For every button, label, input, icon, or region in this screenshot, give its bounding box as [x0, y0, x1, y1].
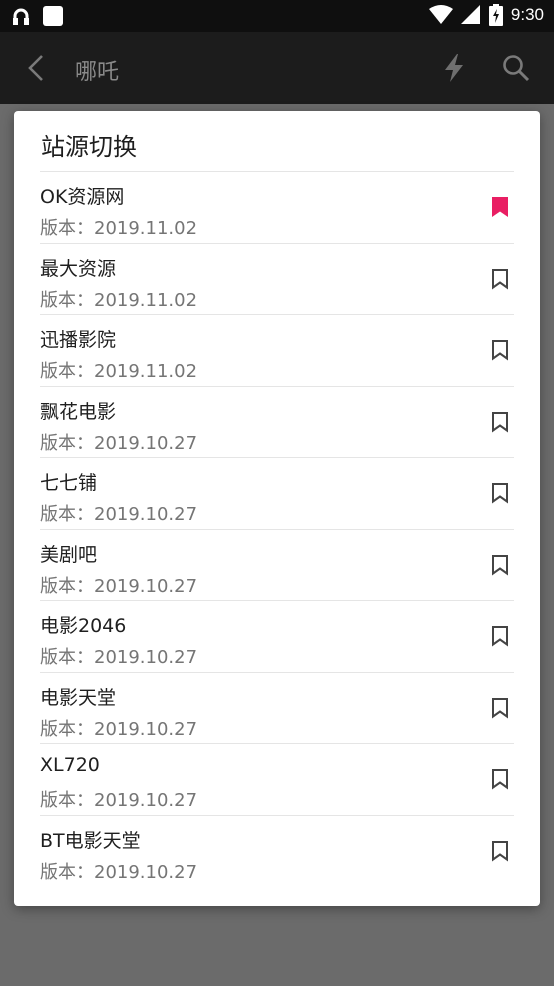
source-version: 版本：2019.10.27 [40, 575, 198, 597]
source-name: 最大资源 [40, 257, 117, 280]
source-version: 版本：2019.10.27 [40, 432, 198, 454]
bookmark-outline-icon[interactable] [490, 697, 510, 719]
source-switch-dialog: 站源切换 OK资源网 版本：2019.11.02 最大资源 版本：2019.11.02… [14, 111, 540, 906]
back-arrow-icon[interactable] [22, 52, 54, 84]
source-version: 版本：2019.10.27 [40, 861, 198, 883]
cellular-signal-icon [460, 5, 480, 24]
source-name: 七七铺 [40, 472, 98, 494]
source-name: 电影天堂 [40, 686, 117, 709]
status-right-icons: 9:30 [428, 4, 544, 26]
dialog-title: 站源切换 [41, 133, 137, 161]
source-name: BT电影天堂 [40, 829, 141, 852]
source-list: OK资源网 版本：2019.11.02 最大资源 版本：2019.11.02 迅播影院版… [40, 171, 514, 886]
battery-charging-icon [488, 4, 503, 26]
status-time: 9:30 [510, 5, 544, 24]
source-list-item[interactable]: 电影2046 版本：2019.10.27 [40, 600, 514, 672]
bookmark-outline-icon[interactable] [490, 625, 510, 647]
source-list-item[interactable]: 七七铺版本：2019.10.27 [40, 457, 514, 529]
source-name: 迅播影院 [40, 329, 117, 351]
source-list-item[interactable]: 飘花电影版本：2019.10.27 [40, 385, 514, 458]
bookmark-outline-icon[interactable] [490, 840, 510, 862]
source-list-item[interactable]: 美剧吧版本：2019.10.27 [40, 528, 514, 601]
source-version: 版本：2019.10.27 [40, 647, 198, 668]
flash-icon[interactable] [440, 52, 468, 84]
source-name: XL720 [40, 754, 100, 776]
bookmark-outline-icon[interactable] [490, 482, 510, 504]
headphones-icon [13, 8, 29, 25]
source-version: 版本：2019.10.27 [40, 718, 198, 740]
bookmark-outline-icon[interactable] [490, 554, 510, 576]
notification-square-icon [43, 6, 63, 26]
source-list-item[interactable]: XL720 版本：2019.10.27 [40, 743, 514, 815]
wifi-icon [428, 5, 453, 24]
source-list-item[interactable]: 迅播影院版本：2019.11.02 [40, 314, 514, 386]
search-icon[interactable] [500, 52, 532, 84]
source-name: 飘花电影 [40, 400, 117, 423]
source-list-item[interactable]: OK资源网版本：2019.11.02 [40, 171, 514, 243]
source-version: 版本：2019.10.27 [40, 790, 198, 811]
bookmark-outline-icon[interactable] [490, 768, 510, 790]
app-title: 哪吒 [75, 60, 120, 85]
source-list-item[interactable]: 电影天堂版本：2019.10.27 [40, 671, 514, 744]
status-bar: 9:30 [0, 0, 554, 32]
source-version: 版本：2019.11.02 [40, 218, 198, 239]
bookmark-filled-icon[interactable] [490, 196, 510, 218]
source-name: 电影2046 [40, 615, 127, 637]
app-bar: 哪吒 [0, 32, 554, 104]
source-name: 美剧吧 [40, 543, 98, 566]
bookmark-outline-icon[interactable] [490, 268, 510, 290]
status-left-icons [12, 5, 64, 27]
source-version: 版本：2019.11.02 [40, 289, 198, 311]
source-list-item[interactable]: BT电影天堂版本：2019.10.27 [40, 814, 514, 887]
bookmark-outline-icon[interactable] [490, 411, 510, 433]
source-list-item[interactable]: 最大资源版本：2019.11.02 [40, 242, 514, 315]
source-version: 版本：2019.10.27 [40, 504, 198, 525]
bookmark-outline-icon[interactable] [490, 339, 510, 361]
source-version: 版本：2019.11.02 [40, 361, 198, 382]
source-name: OK资源网 [40, 186, 125, 208]
